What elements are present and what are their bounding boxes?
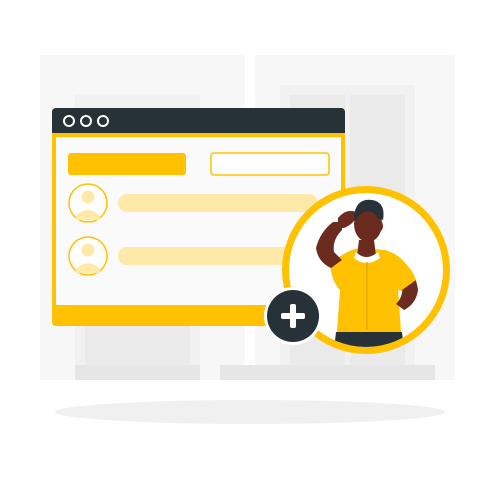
add-user-button[interactable]: [264, 287, 322, 345]
list-item-text: [118, 247, 308, 265]
illustration-scene: [40, 55, 455, 424]
header-bar: [68, 153, 186, 175]
search-input[interactable]: [210, 152, 330, 176]
floor-shadow: [55, 400, 445, 424]
list-item-text: [118, 194, 318, 212]
